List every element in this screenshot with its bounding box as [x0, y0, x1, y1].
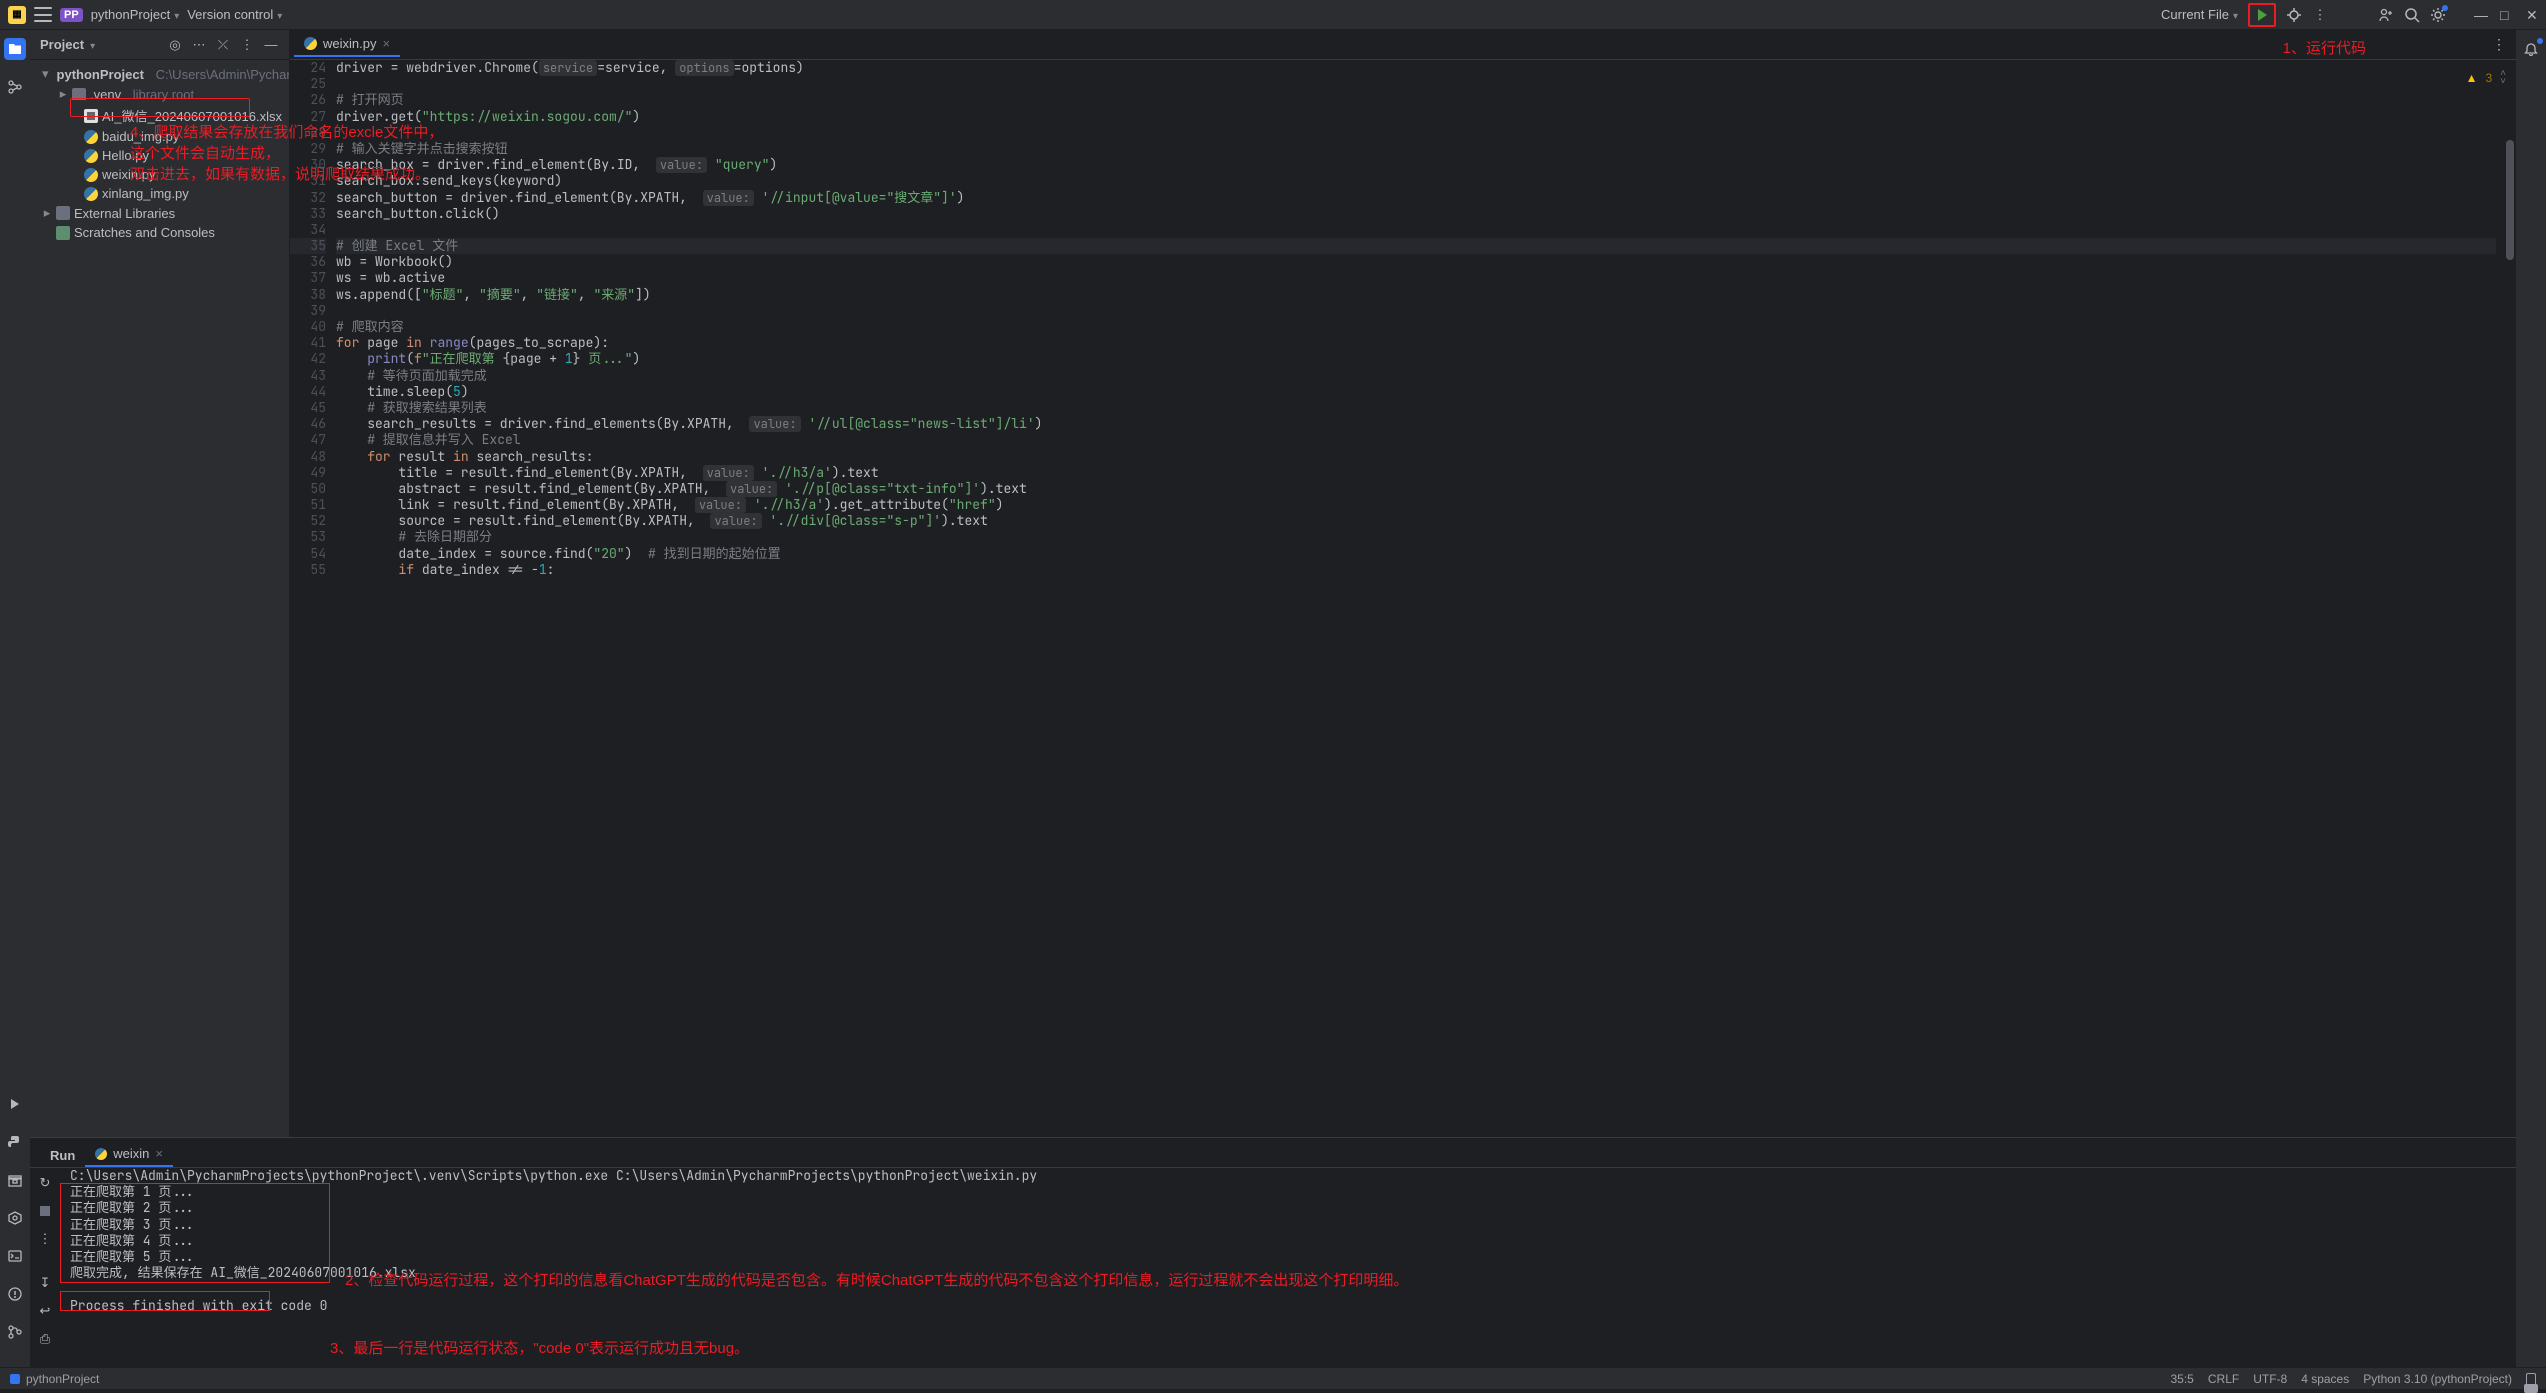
editor-more-icon[interactable]: ⋮ — [2492, 36, 2506, 53]
notification-dot-icon — [2442, 5, 2448, 11]
vcs-dropdown[interactable]: Version control — [187, 7, 282, 22]
code-with-me-icon[interactable] — [2378, 7, 2394, 23]
py-icon — [84, 187, 98, 201]
tree-py-file[interactable]: baidu_img.py — [30, 127, 289, 146]
status-indicator-icon — [10, 1374, 20, 1384]
project-panel-title: Project — [40, 37, 84, 52]
window-maximize[interactable]: □ — [2500, 9, 2512, 21]
close-tab-icon[interactable]: × — [382, 36, 390, 51]
run-config-dropdown[interactable]: Current File — [2161, 7, 2238, 22]
search-icon[interactable] — [2404, 7, 2420, 23]
print-icon[interactable]: ⎙ — [36, 1330, 54, 1348]
tree-py-file[interactable]: xinlang_img.py — [30, 184, 289, 203]
status-interpreter[interactable]: Python 3.10 (pythonProject) — [2363, 1372, 2512, 1386]
left-toolbar — [0, 30, 30, 1367]
soft-wrap-icon[interactable]: ↩ — [36, 1302, 54, 1320]
tree-external-libs[interactable]: ▸ External Libraries — [30, 203, 289, 223]
run-toolbar: ↻ ⋮ ↧ ↩ ⎙ — [30, 1168, 60, 1367]
run-panel-title: Run — [40, 1144, 85, 1167]
vcs-tool-icon[interactable] — [4, 1321, 26, 1343]
py-icon — [84, 149, 98, 163]
tree-root[interactable]: ▾ pythonProject C:\Users\Admin\PycharmPr… — [30, 64, 289, 84]
more-actions-icon[interactable]: ⋮ — [2312, 7, 2328, 23]
inspection-badge[interactable]: ▲ 3 ˄˅ — [2466, 70, 2506, 86]
project-tree[interactable]: ▾ pythonProject C:\Users\Admin\PycharmPr… — [30, 60, 289, 1137]
expand-all-icon[interactable]: ⋯ — [191, 37, 207, 53]
warning-icon: ▲ — [2466, 71, 2478, 85]
run-tab-weixin[interactable]: weixin × — [85, 1142, 173, 1167]
terminal-tool-icon[interactable] — [4, 1245, 26, 1267]
window-close[interactable]: ✕ — [2526, 9, 2538, 21]
hide-panel-icon[interactable]: — — [263, 37, 279, 53]
notifications-icon[interactable] — [2521, 40, 2541, 60]
close-run-tab-icon[interactable]: × — [155, 1146, 163, 1161]
stop-icon[interactable] — [36, 1202, 54, 1220]
project-badge: PP — [60, 8, 83, 22]
status-cursor[interactable]: 35:5 — [2171, 1372, 2194, 1386]
status-project[interactable]: pythonProject — [26, 1372, 99, 1386]
titlebar: ▦ PP pythonProject Version control Curre… — [0, 0, 2546, 30]
play-icon — [2258, 9, 2267, 21]
rerun-icon[interactable]: ↻ — [36, 1174, 54, 1192]
py-icon — [84, 130, 98, 144]
structure-tool-icon[interactable] — [4, 76, 26, 98]
project-view-chevron-icon[interactable] — [90, 37, 95, 52]
run-button[interactable] — [2254, 7, 2270, 23]
status-line-sep[interactable]: CRLF — [2208, 1372, 2239, 1386]
editor-gutter: 2425262728293031323334353637383940414243… — [290, 60, 336, 1137]
window-minimize[interactable]: — — [2474, 9, 2486, 21]
tree-venv[interactable]: ▸ .venv library root — [30, 84, 289, 104]
tree-py-file[interactable]: Hello.py — [30, 146, 289, 165]
statusbar: pythonProject 35:5 CRLF UTF-8 4 spaces P… — [0, 1367, 2546, 1389]
editor-tab-label: weixin.py — [323, 36, 376, 51]
project-panel: Project ◎ ⋯ ⤫ ⋮ — ▾ pythonProject — [30, 30, 290, 1137]
py-icon — [95, 1148, 107, 1160]
run-more-icon[interactable]: ⋮ — [36, 1230, 54, 1248]
locate-icon[interactable]: ◎ — [167, 37, 183, 53]
editor-tab-weixin[interactable]: weixin.py × — [294, 32, 400, 57]
lock-icon[interactable] — [2526, 1373, 2536, 1385]
tree-py-file[interactable]: weixin.py — [30, 165, 289, 184]
python-packages-icon[interactable] — [4, 1169, 26, 1191]
lib-icon — [56, 206, 70, 220]
editor-area: weixin.py × ⋮ ▲ 3 ˄˅ 2425262728293031323… — [290, 30, 2516, 1137]
run-console[interactable]: C:\Users\Admin\PycharmProjects\pythonPro… — [60, 1168, 2516, 1367]
status-encoding[interactable]: UTF-8 — [2253, 1372, 2287, 1386]
project-tool-icon[interactable] — [4, 38, 26, 60]
collapse-icon[interactable]: ⤫ — [215, 37, 231, 53]
folder-icon — [72, 88, 86, 100]
status-indent[interactable]: 4 spaces — [2301, 1372, 2349, 1386]
main-menu-icon[interactable] — [34, 7, 52, 22]
scroll-to-end-icon[interactable]: ↧ — [36, 1274, 54, 1292]
tree-xlsx-file[interactable]: AI_微信_20240607001016.xlsx — [30, 104, 289, 127]
py-icon — [304, 37, 317, 50]
app-icon: ▦ — [8, 6, 26, 24]
run-button-highlight — [2248, 3, 2276, 27]
right-toolbar — [2516, 30, 2546, 1367]
xlsx-icon — [84, 109, 98, 123]
run-panel: Run weixin × ↻ ⋮ ↧ ↩ ⎙ — [30, 1137, 2516, 1367]
editor-content[interactable]: driver = webdriver.Chrome(service=servic… — [336, 60, 2516, 1137]
services-tool-icon[interactable] — [4, 1207, 26, 1229]
tree-scratches[interactable]: Scratches and Consoles — [30, 223, 289, 242]
python-console-icon[interactable] — [4, 1131, 26, 1153]
debug-button[interactable] — [2286, 7, 2302, 23]
run-tool-icon[interactable] — [4, 1093, 26, 1115]
project-dropdown[interactable]: pythonProject — [91, 7, 180, 22]
scratch-icon — [56, 226, 70, 240]
settings-icon[interactable] — [2430, 7, 2446, 23]
notification-dot-icon — [2537, 38, 2543, 44]
panel-options-icon[interactable]: ⋮ — [239, 37, 255, 53]
problems-tool-icon[interactable] — [4, 1283, 26, 1305]
py-icon — [84, 168, 98, 182]
